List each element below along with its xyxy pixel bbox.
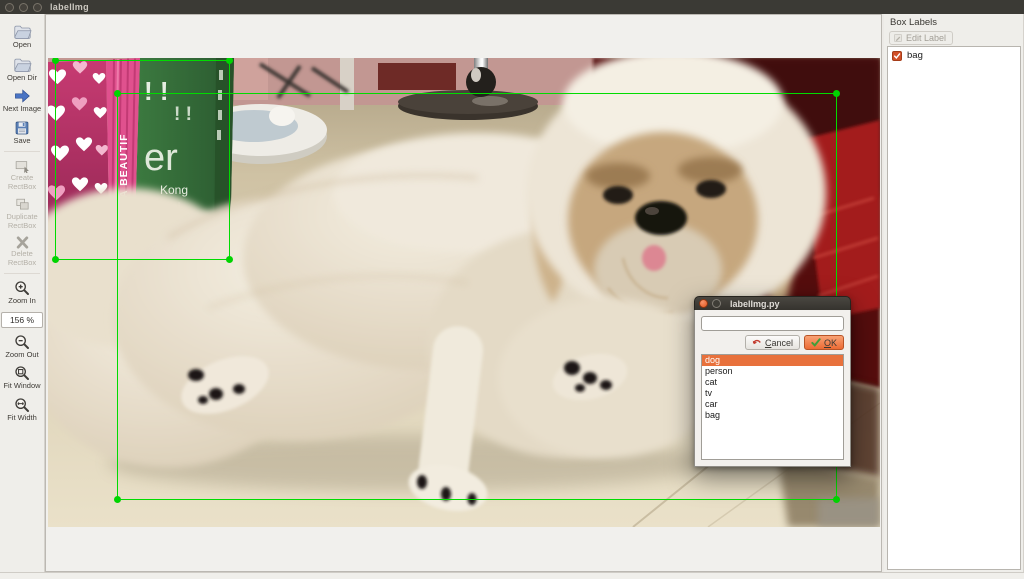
save-button[interactable]: Save	[0, 117, 44, 149]
image-canvas[interactable]: ! ! ! ! er Kong aipei	[45, 14, 882, 572]
label-option-cat[interactable]: cat	[702, 377, 843, 388]
toolbar-separator	[4, 151, 40, 152]
box-labels-title: Box Labels	[884, 14, 1023, 30]
box-handle[interactable]	[52, 256, 59, 263]
floppy-disk-icon	[14, 120, 30, 136]
dialog-close-button[interactable]	[699, 299, 708, 308]
ok-button[interactable]: OK	[804, 335, 844, 350]
box-handle[interactable]	[52, 58, 59, 64]
fit-width-button[interactable]: Fit Width	[0, 394, 44, 426]
zoom-in-button[interactable]: Zoom In	[0, 277, 44, 309]
edit-label-button[interactable]: Edit Label	[889, 31, 953, 45]
magnifier-minus-icon	[14, 334, 30, 350]
delete-cross-icon	[15, 236, 30, 249]
zoom-out-label: Zoom Out	[5, 351, 38, 360]
box-handle[interactable]	[114, 496, 121, 503]
status-bar	[0, 572, 1024, 579]
next-image-button[interactable]: Next Image	[0, 85, 44, 117]
box-label-text: bag	[907, 50, 923, 61]
delete-rectbox-button[interactable]: Delete RectBox	[0, 233, 44, 270]
edit-label-text: Edit Label	[906, 33, 946, 43]
box-labels-list: bag	[887, 46, 1021, 570]
window-maximize-button[interactable]	[33, 3, 42, 12]
duplicate-rectbox-label: Duplicate RectBox	[2, 213, 42, 230]
label-option-car[interactable]: car	[702, 399, 843, 410]
open-dir-button[interactable]: Open Dir	[0, 53, 44, 86]
delete-rectbox-label: Delete RectBox	[2, 250, 42, 267]
window-titlebar[interactable]: labelImg	[0, 0, 1024, 14]
window-close-button[interactable]	[5, 3, 14, 12]
magnifier-plus-icon	[14, 280, 30, 296]
edit-label-icon	[893, 33, 903, 43]
zoom-in-label: Zoom In	[8, 297, 36, 306]
duplicate-icon	[14, 197, 31, 212]
cancel-button[interactable]: Cancel	[745, 335, 800, 350]
fit-width-label: Fit Width	[7, 414, 37, 423]
folder-icon	[13, 56, 32, 73]
rectbox-icon	[14, 158, 31, 173]
checkbox-checked-icon[interactable]	[892, 51, 902, 61]
zoom-out-button[interactable]: Zoom Out	[0, 331, 44, 363]
open-label: Open	[13, 41, 31, 50]
open-button[interactable]: Open	[0, 20, 44, 53]
duplicate-rectbox-button[interactable]: Duplicate RectBox	[0, 194, 44, 233]
box-handle[interactable]	[833, 496, 840, 503]
ok-check-icon	[811, 338, 821, 347]
ok-label: OK	[824, 338, 837, 348]
box-labels-panel: Box Labels Edit Label bag	[884, 14, 1024, 572]
dialog-titlebar[interactable]: labelImg.py	[694, 296, 851, 310]
label-options-list: dog person cat tv car bag	[701, 354, 844, 460]
next-image-label: Next Image	[3, 105, 41, 114]
save-label: Save	[13, 137, 30, 146]
label-option-dog[interactable]: dog	[702, 355, 843, 366]
label-dialog: labelImg.py Cancel OK dog per	[694, 296, 851, 467]
box-label-item-bag[interactable]: bag	[888, 47, 1020, 64]
labelimg-window: labelImg Open Open Dir Next Image	[0, 0, 1024, 579]
window-minimize-button[interactable]	[19, 3, 28, 12]
magnifier-fit-icon	[14, 365, 30, 381]
box-handle[interactable]	[833, 90, 840, 97]
folder-icon	[13, 23, 32, 40]
fit-window-label: Fit Window	[3, 382, 40, 391]
box-handle[interactable]	[114, 90, 121, 97]
label-option-bag[interactable]: bag	[702, 410, 843, 421]
window-title: labelImg	[50, 2, 89, 12]
create-rectbox-label: Create RectBox	[2, 174, 42, 191]
arrow-right-icon	[13, 88, 31, 104]
open-dir-label: Open Dir	[7, 74, 37, 83]
cancel-label: Cancel	[765, 338, 793, 348]
zoom-percent-spinbox[interactable]: 156 %	[1, 312, 43, 328]
create-rectbox-button[interactable]: Create RectBox	[0, 155, 44, 194]
zoom-percent-value: 156 %	[10, 315, 34, 325]
cancel-undo-icon	[752, 338, 762, 347]
label-option-tv[interactable]: tv	[702, 388, 843, 399]
label-option-person[interactable]: person	[702, 366, 843, 377]
toolbar: Open Open Dir Next Image Save	[0, 14, 45, 572]
dialog-title: labelImg.py	[730, 299, 780, 309]
dialog-maximize-button[interactable]	[712, 299, 721, 308]
label-input[interactable]	[701, 316, 844, 331]
toolbar-separator	[4, 273, 40, 274]
fit-window-button[interactable]: Fit Window	[0, 362, 44, 394]
magnifier-width-icon	[14, 397, 30, 413]
